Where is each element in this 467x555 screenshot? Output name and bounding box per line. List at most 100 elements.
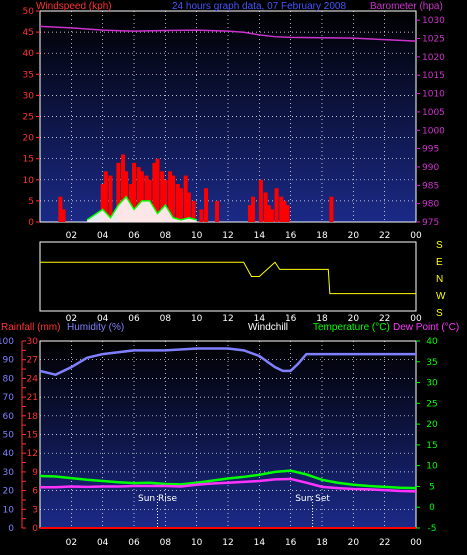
temp-tick-label: 5 xyxy=(429,482,435,492)
wind-axis-label: Windspeed (kph) xyxy=(36,1,112,12)
humidity-tick-label: 60 xyxy=(3,412,15,422)
baro-tick-label: 1000 xyxy=(422,126,445,136)
temp-tick-label: 10 xyxy=(426,462,438,472)
x-tick-label: 00 xyxy=(410,231,422,241)
baro-tick-label: 1005 xyxy=(422,108,445,118)
rain-tick-label: 21 xyxy=(27,393,38,403)
baro-tick-label: 1020 xyxy=(422,53,445,63)
humidity-tick-label: 90 xyxy=(3,356,15,366)
chart-title: 24 hours graph data, 07 February 2008 xyxy=(172,1,346,12)
baro-tick-label: 985 xyxy=(422,181,439,191)
x-tick-label: 18 xyxy=(316,231,328,241)
x-tick-label: 08 xyxy=(160,231,172,241)
rain-tick-label: 6 xyxy=(32,487,38,497)
wind-tick-label: 5 xyxy=(28,197,34,207)
compass-s-bottom: S xyxy=(436,308,443,319)
baro-tick-label: 1010 xyxy=(422,90,445,100)
windchill-label: Windchill xyxy=(248,322,288,333)
rain-tick-label: 18 xyxy=(27,412,39,422)
x-tick-label: 08 xyxy=(160,314,172,324)
x-tick-label: 08 xyxy=(160,538,172,548)
x-tick-label: 20 xyxy=(348,538,360,548)
rain-tick-label: 24 xyxy=(27,374,39,384)
wind-bar xyxy=(258,179,263,222)
rain-tick-label: 9 xyxy=(32,468,38,478)
wind-bar xyxy=(199,209,204,222)
humidity-tick-label: 30 xyxy=(3,468,15,478)
wind-tick-label: 30 xyxy=(23,91,35,101)
wind-bar xyxy=(329,196,334,222)
rain-axis-label: Rainfall (mm) xyxy=(1,322,60,333)
wind-bar xyxy=(61,209,66,222)
x-tick-label: 12 xyxy=(222,314,233,324)
wind-bar xyxy=(215,200,220,222)
rain-tick-label: 30 xyxy=(27,337,39,347)
wind-tick-label: 25 xyxy=(23,113,34,123)
dew-axis-label: Dew Point (°C) xyxy=(393,322,459,333)
humidity-tick-label: 70 xyxy=(3,393,15,403)
wind-bar xyxy=(204,188,209,222)
rain-tick-label: 0 xyxy=(32,524,38,534)
wind-tick-label: 45 xyxy=(23,28,34,38)
temp-tick-label: 35 xyxy=(426,358,437,368)
compass-e: E xyxy=(436,257,443,268)
wind-bar xyxy=(285,205,290,222)
x-tick-label: 10 xyxy=(191,231,203,241)
compass-s-top: S xyxy=(436,240,443,251)
wind-bar xyxy=(179,188,183,222)
rain-tick-label: 27 xyxy=(27,356,38,366)
temp-tick-label: -5 xyxy=(428,524,437,534)
wind-tick-label: 40 xyxy=(23,49,35,59)
x-tick-label: 06 xyxy=(128,231,140,241)
wind-tick-label: 35 xyxy=(23,70,34,80)
baro-axis-label: Barometer (hpa) xyxy=(370,1,443,12)
baro-tick-label: 1030 xyxy=(422,16,445,26)
temp-tick-label: 25 xyxy=(426,399,437,409)
x-tick-label: 22 xyxy=(379,538,390,548)
x-tick-label: 22 xyxy=(379,231,390,241)
temp-tick-label: 20 xyxy=(426,420,438,430)
top-x-axis: 02 04 06 08 10 12 14 16 18 20 22 00 xyxy=(66,231,422,241)
weather-chart: 05101520253035404550 9759809859909951000… xyxy=(0,1,459,548)
x-tick-label: 12 xyxy=(222,231,233,241)
x-tick-label: 16 xyxy=(285,231,297,241)
x-tick-label: 02 xyxy=(66,538,77,548)
baro-tick-label: 995 xyxy=(422,145,439,155)
humidity-tick-label: 10 xyxy=(3,505,15,515)
temp-tick-label: 0 xyxy=(429,503,435,513)
bottom-x-axis: 02 04 06 08 10 12 14 16 18 20 22 00 xyxy=(66,538,422,548)
x-tick-label: 02 xyxy=(66,231,77,241)
wind-tick-label: 10 xyxy=(23,176,35,186)
humidity-tick-label: 20 xyxy=(3,487,15,497)
x-tick-label: 16 xyxy=(285,538,297,548)
x-tick-label: 10 xyxy=(191,314,203,324)
baro-tick-label: 1025 xyxy=(422,35,445,45)
humidity-tick-label: 50 xyxy=(3,431,15,441)
x-tick-label: 06 xyxy=(128,538,140,548)
compass-n: N xyxy=(436,274,443,285)
sun-marker-label: Sun Set xyxy=(295,494,330,504)
temp-tick-label: 15 xyxy=(426,441,437,451)
compass-w: W xyxy=(436,291,446,302)
wind-tick-label: 0 xyxy=(28,218,34,228)
x-tick-label: 06 xyxy=(128,314,140,324)
wind-bar xyxy=(274,188,279,222)
baro-tick-label: 975 xyxy=(422,218,439,228)
x-tick-label: 00 xyxy=(410,538,422,548)
rain-tick-label: 12 xyxy=(27,449,38,459)
humidity-tick-label: 40 xyxy=(3,449,15,459)
wind-tick-label: 20 xyxy=(23,134,35,144)
baro-tick-label: 980 xyxy=(422,200,439,210)
wind-tick-label: 15 xyxy=(23,155,34,165)
x-tick-label: 04 xyxy=(97,231,109,241)
temp-tick-label: 30 xyxy=(426,379,438,389)
x-tick-label: 04 xyxy=(97,538,109,548)
x-tick-label: 18 xyxy=(316,538,328,548)
rain-tick-label: 15 xyxy=(27,431,38,441)
temp-tick-label: 40 xyxy=(426,337,438,347)
wind-bar xyxy=(251,196,256,222)
direction-panel xyxy=(39,241,417,312)
humidity-tick-label: 0 xyxy=(8,524,14,534)
x-tick-label: 10 xyxy=(191,538,203,548)
baro-axis: 975 980 985 990 995 1000 1005 1010 1015 1020 1025 1… xyxy=(416,16,445,228)
